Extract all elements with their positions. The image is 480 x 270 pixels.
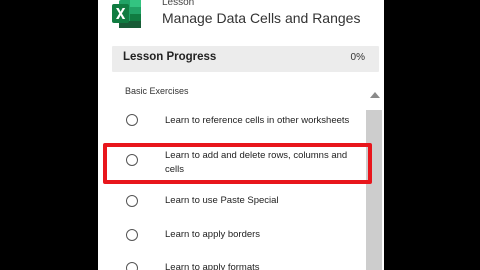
lesson-kicker: Lesson (162, 0, 195, 8)
exercise-label: Learn to apply borders (165, 229, 261, 240)
exercise-item[interactable]: Learn to use Paste Special (98, 192, 364, 212)
exercise-item[interactable]: Learn to apply formats (98, 259, 364, 270)
exercise-label: Learn to reference cells in other worksh… (165, 115, 350, 126)
scroll-thumb[interactable] (366, 110, 382, 270)
progress-value: 0% (350, 52, 365, 63)
section-heading: Basic Exercises (125, 86, 189, 96)
excel-logo-icon (110, 0, 144, 30)
radio-button-icon[interactable] (126, 262, 138, 270)
lesson-panel: Lesson Manage Data Cells and Ranges Less… (98, 0, 384, 270)
radio-button-icon[interactable] (126, 195, 138, 207)
radio-button-icon[interactable] (126, 114, 138, 126)
lesson-title: Manage Data Cells and Ranges (162, 10, 361, 26)
exercise-label: Learn to apply formats (165, 262, 260, 270)
lesson-progress-bar[interactable]: Lesson Progress 0% (112, 46, 379, 72)
highlight-annotation (103, 143, 372, 184)
radio-button-icon[interactable] (126, 229, 138, 241)
exercise-item[interactable]: Learn to reference cells in other worksh… (98, 110, 364, 134)
progress-label: Lesson Progress (123, 51, 217, 63)
lesson-header: Lesson Manage Data Cells and Ranges (98, 0, 384, 40)
scroll-up-arrow-icon[interactable] (370, 92, 380, 98)
exercise-item[interactable]: Learn to apply borders (98, 226, 364, 246)
exercise-label: Learn to use Paste Special (165, 195, 279, 206)
